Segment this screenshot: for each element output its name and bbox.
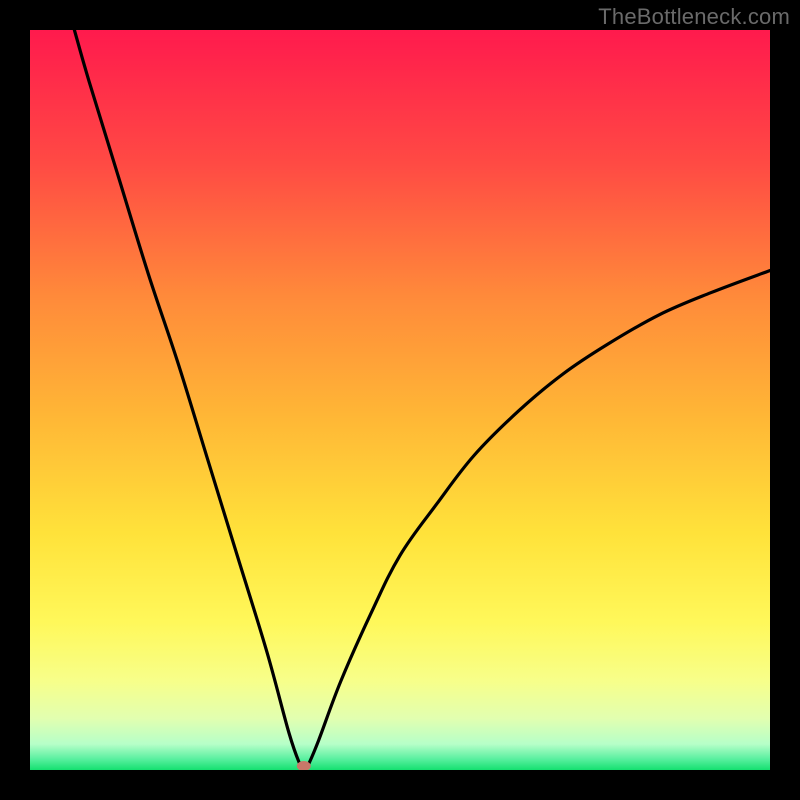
chart-background: [30, 30, 770, 770]
chart-frame: [30, 30, 770, 770]
bottleneck-chart: [30, 30, 770, 770]
watermark-text: TheBottleneck.com: [598, 4, 790, 30]
